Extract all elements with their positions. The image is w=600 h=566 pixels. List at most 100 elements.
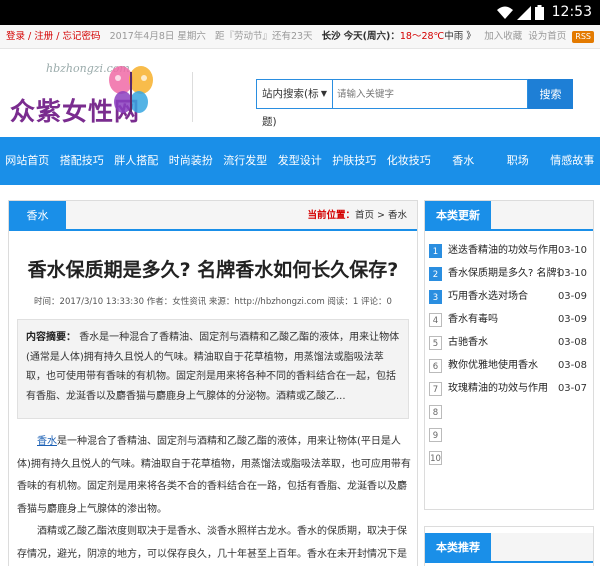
latest-updates-list: 1 迷迭香精油的功效与作用 03-10 2 香水保质期是多久? 名牌香 03-10 3 巧用香… bbox=[429, 239, 589, 469]
list-item-date: 03-09 bbox=[557, 314, 587, 325]
search-input[interactable] bbox=[332, 79, 528, 109]
summary-label: 内容摘要： bbox=[26, 332, 76, 343]
recommended-title: 本类推荐 bbox=[425, 533, 491, 563]
weather-day: 今天(周六)： bbox=[343, 31, 400, 42]
site-logo[interactable]: hbzhongzi.com 众紫女性网 bbox=[8, 60, 188, 130]
nav-item[interactable]: 流行发型 bbox=[218, 137, 273, 185]
rank-badge: 10 bbox=[429, 451, 442, 465]
article-title: 香水保质期是多久? 名牌香水如何长久保存? bbox=[27, 259, 399, 281]
latest-updates-panel: 本类更新 1 迷迭香精油的功效与作用 03-10 2 香水保质期是多久? 名牌香 03-1… bbox=[424, 200, 594, 510]
rank-badge: 8 bbox=[429, 405, 442, 419]
list-item-title[interactable]: 香水有毒吗 bbox=[448, 308, 560, 331]
register-link[interactable]: 注册 bbox=[34, 31, 53, 42]
battery-icon bbox=[535, 5, 544, 20]
nav-item[interactable]: 香水 bbox=[436, 137, 491, 185]
list-item[interactable]: 2 香水保质期是多久? 名牌香 03-10 bbox=[429, 262, 589, 285]
set-homepage-link[interactable]: 设为首页 bbox=[528, 25, 566, 49]
list-item[interactable]: 5 古驰香水 03-08 bbox=[429, 331, 589, 354]
weather-city[interactable]: 长沙 bbox=[322, 31, 341, 42]
signal-icon bbox=[517, 5, 531, 20]
separator: / bbox=[53, 31, 63, 42]
rank-badge: 6 bbox=[429, 359, 442, 373]
header-divider bbox=[192, 72, 193, 122]
main-nav: 网站首页 搭配技巧 胖人搭配 时尚装扮 流行发型 发型设计 护肤技巧 化妆技巧 香水 职场 情感故事 bbox=[0, 137, 600, 185]
login-link[interactable]: 登录 bbox=[6, 31, 25, 42]
site-search: 站内搜索(标题) ▼ 搜索 bbox=[256, 79, 573, 128]
list-item-date: 03-10 bbox=[557, 245, 587, 256]
breadcrumb-current[interactable]: 香水 bbox=[388, 210, 407, 221]
recommended-panel: 本类推荐 bbox=[424, 526, 594, 566]
article-body: 香水是一种混合了香精油、固定剂与酒精和乙酸乙酯的液体，用来让物体(平日是人体)拥… bbox=[17, 431, 411, 566]
current-date: 2017年4月8日 星期六 bbox=[109, 31, 206, 42]
article-paragraph: 酒精或乙酸乙酯浓度则取决于是香水、淡香水照样古龙水。香水的保质期，取决于保存情况… bbox=[17, 526, 407, 560]
breadcrumb-sep: > bbox=[373, 210, 388, 221]
list-item-title[interactable]: 古驰香水 bbox=[448, 331, 560, 354]
list-item-title[interactable]: 巧用香水选对场合 bbox=[448, 285, 560, 308]
separator: / bbox=[25, 31, 35, 42]
latest-updates-title: 本类更新 bbox=[425, 201, 491, 231]
latest-updates-header: 本类更新 bbox=[425, 201, 593, 231]
rank-badge: 9 bbox=[429, 428, 442, 442]
article-paragraph: 香水是一种混合了香精油、固定剂与酒精和乙酸乙酯的液体，用来让物体(平日是人体)拥… bbox=[17, 431, 411, 521]
keyword-link[interactable]: 香水 bbox=[37, 436, 57, 447]
list-item-date: 03-08 bbox=[557, 337, 587, 348]
search-button[interactable]: 搜索 bbox=[528, 79, 573, 109]
list-item: 8 bbox=[429, 400, 589, 423]
list-item: 10 bbox=[429, 446, 589, 469]
rank-badge: 2 bbox=[429, 267, 442, 281]
list-item-title[interactable]: 教你优雅地使用香水 bbox=[448, 354, 560, 377]
summary-text: 香水是一种混合了香精油、固定剂与酒精和乙酸乙酯的液体，用来让物体(通常是人体)拥… bbox=[26, 332, 400, 402]
butterfly-icon bbox=[109, 66, 153, 113]
chevron-down-icon: ▼ bbox=[320, 89, 327, 98]
clock: 12:53 bbox=[551, 4, 592, 20]
top-utility-bar: 登录 / 注册 / 忘记密码 2017年4月8日 星期六 距『劳动节』还有23天… bbox=[0, 25, 600, 49]
nav-item[interactable]: 职场 bbox=[491, 137, 546, 185]
nav-item[interactable]: 时尚装扮 bbox=[164, 137, 219, 185]
breadcrumb-label: 当前位置： bbox=[307, 210, 355, 221]
nav-item[interactable]: 化妆技巧 bbox=[382, 137, 437, 185]
rank-badge: 4 bbox=[429, 313, 442, 327]
search-category-label: 站内搜索(标题) bbox=[262, 88, 319, 128]
breadcrumb-home[interactable]: 首页 bbox=[355, 210, 374, 221]
weather-temp: 18～28℃ bbox=[399, 31, 445, 42]
nav-item[interactable]: 网站首页 bbox=[0, 137, 55, 185]
list-item: 9 bbox=[429, 423, 589, 446]
list-item[interactable]: 1 迷迭香精油的功效与作用 03-10 bbox=[429, 239, 589, 262]
nav-item[interactable]: 护肤技巧 bbox=[327, 137, 382, 185]
rank-badge: 1 bbox=[429, 244, 442, 258]
forgot-password-link[interactable]: 忘记密码 bbox=[63, 31, 101, 42]
article-meta: 时间：2017/3/10 13:33:30 作者：女性资讯 来源：http://… bbox=[34, 297, 392, 307]
list-item-date: 03-07 bbox=[557, 383, 587, 394]
article-panel: 香水 当前位置：首页 > 香水 香水保质期是多久? 名牌香水如何长久保存? 时间… bbox=[8, 200, 418, 566]
rank-badge: 3 bbox=[429, 290, 442, 304]
search-category-select[interactable]: 站内搜索(标题) ▼ bbox=[256, 79, 332, 128]
nav-item[interactable]: 情感故事 bbox=[545, 137, 600, 185]
paragraph-text: 是一种混合了香精油、固定剂与酒精和乙酸乙酯的液体，用来让物体(平日是人体)拥有持… bbox=[17, 436, 411, 515]
weather-desc: 中雨 》 bbox=[444, 31, 476, 42]
list-item-date: 03-09 bbox=[557, 291, 587, 302]
holiday-countdown: 距『劳动节』还有23天 bbox=[214, 31, 313, 42]
list-item-title[interactable]: 香水保质期是多久? 名牌香 bbox=[448, 262, 560, 285]
add-favorite-link[interactable]: 加入收藏 bbox=[484, 25, 522, 49]
list-item[interactable]: 6 教你优雅地使用香水 03-08 bbox=[429, 354, 589, 377]
list-item-title[interactable]: 玫瑰精油的功效与作用 bbox=[448, 377, 560, 400]
wifi-icon bbox=[497, 6, 513, 19]
list-item[interactable]: 7 玫瑰精油的功效与作用 03-07 bbox=[429, 377, 589, 400]
breadcrumb: 当前位置：首页 > 香水 bbox=[307, 201, 407, 231]
article-header-bar: 香水 当前位置：首页 > 香水 bbox=[9, 201, 417, 231]
list-item-title[interactable]: 迷迭香精油的功效与作用 bbox=[448, 239, 560, 262]
rank-badge: 5 bbox=[429, 336, 442, 350]
nav-item[interactable]: 发型设计 bbox=[273, 137, 328, 185]
list-item[interactable]: 3 巧用香水选对场合 03-09 bbox=[429, 285, 589, 308]
status-icons bbox=[497, 5, 544, 20]
category-tab[interactable]: 香水 bbox=[9, 201, 66, 231]
nav-item[interactable]: 搭配技巧 bbox=[55, 137, 110, 185]
device-status-bar: 12:53 bbox=[0, 0, 600, 25]
list-item-date: 03-08 bbox=[557, 360, 587, 371]
nav-item[interactable]: 胖人搭配 bbox=[109, 137, 164, 185]
weather-info[interactable]: 今天(周六)：18～28℃中雨 》 bbox=[344, 31, 476, 42]
list-item[interactable]: 4 香水有毒吗 03-09 bbox=[429, 308, 589, 331]
rss-icon[interactable]: RSS bbox=[572, 31, 594, 43]
list-item-date: 03-10 bbox=[557, 268, 587, 279]
rank-badge: 7 bbox=[429, 382, 442, 396]
